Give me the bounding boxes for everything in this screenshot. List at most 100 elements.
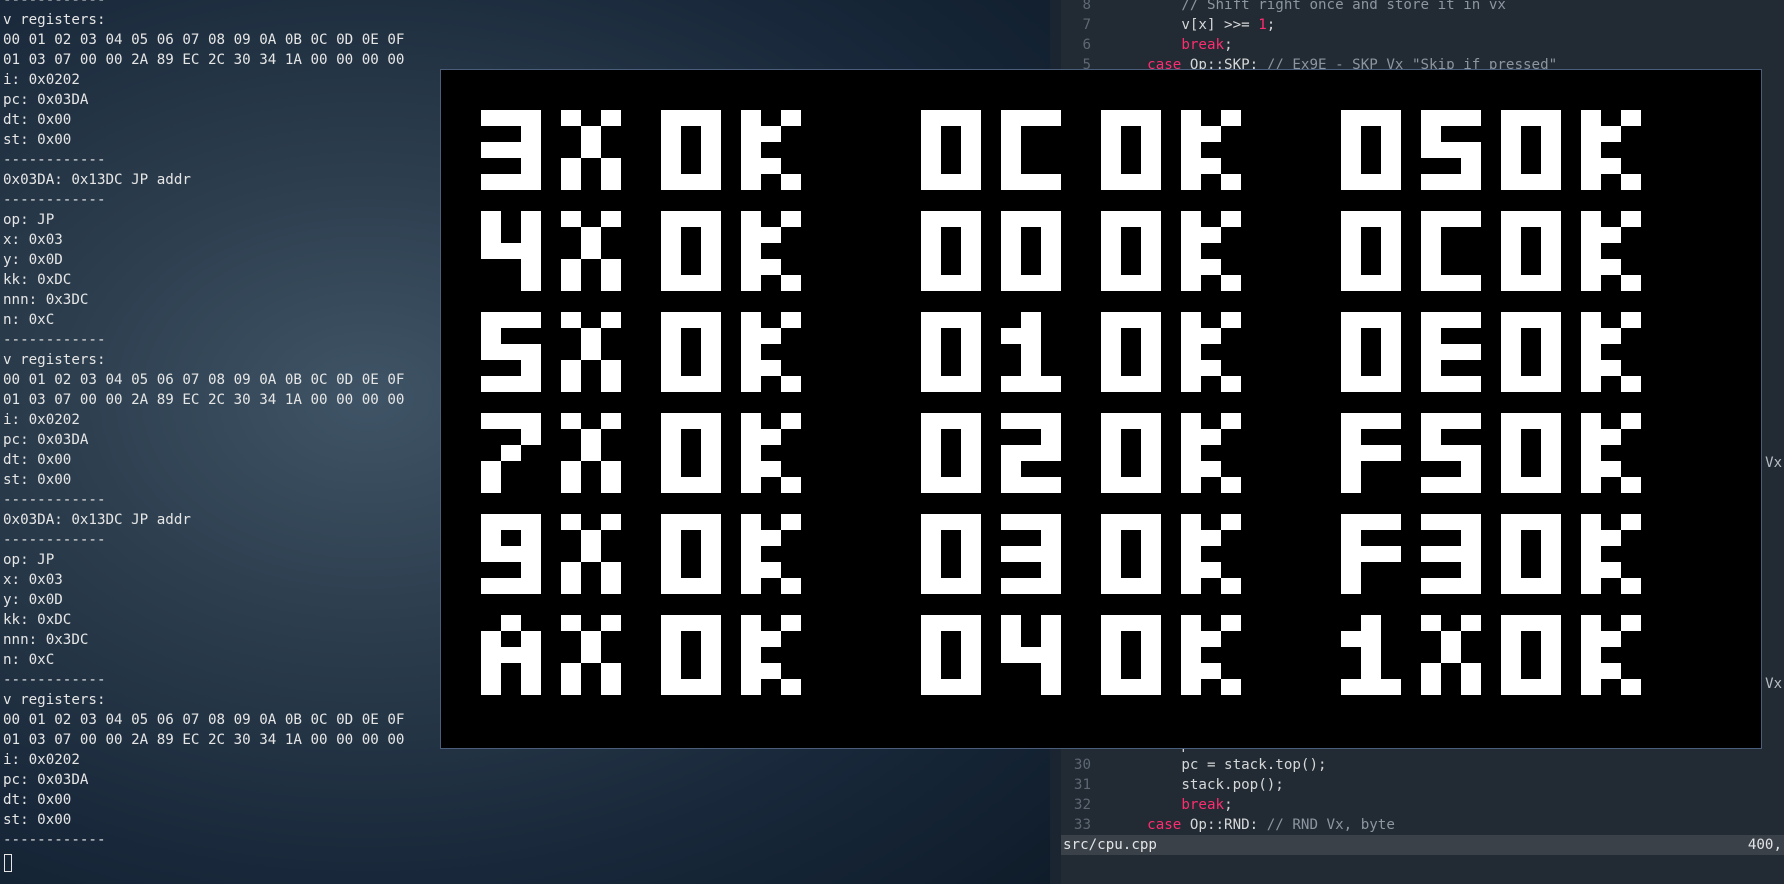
chip8-pixel xyxy=(1601,461,1621,477)
code-text: stack.pop(); xyxy=(1181,777,1284,793)
chip8-pixel xyxy=(1501,275,1521,291)
chip8-pixel xyxy=(1521,578,1541,594)
chip8-pixel xyxy=(1181,126,1201,142)
chip8-pixel xyxy=(561,615,581,631)
code-text: break; xyxy=(1181,797,1233,813)
chip8-pixel xyxy=(961,142,981,158)
chip8-pixel xyxy=(1501,142,1521,158)
chip8-pixel xyxy=(521,174,541,190)
chip8-pixel xyxy=(1601,530,1621,546)
chip8-pixel xyxy=(1341,259,1361,275)
chip8-pixel xyxy=(1201,328,1221,344)
chip8-pixel xyxy=(581,243,601,259)
chip8-pixel xyxy=(501,514,521,530)
chip8-pixel xyxy=(1441,275,1461,291)
chip8-pixel xyxy=(1521,376,1541,392)
editor-command-line[interactable] xyxy=(1061,855,1784,884)
chip8-pixel xyxy=(1421,211,1441,227)
chip8-pixel xyxy=(661,562,681,578)
chip8-pixel xyxy=(921,275,941,291)
editor-statusbar: src/cpu.cpp 400, xyxy=(1061,835,1784,855)
chip8-emulator-window[interactable] xyxy=(440,69,1762,749)
chip8-pixel xyxy=(1521,615,1541,631)
chip8-pixel xyxy=(1541,344,1561,360)
chip8-pixel xyxy=(1521,211,1541,227)
terminal-line: y: 0x0D xyxy=(3,592,63,608)
chip8-pixel xyxy=(921,360,941,376)
chip8-pixel xyxy=(1581,110,1601,126)
chip8-pixel xyxy=(781,477,801,493)
chip8-pixel xyxy=(741,631,761,647)
chip8-pixel xyxy=(1181,110,1201,126)
chip8-pixel xyxy=(1581,663,1601,679)
chip8-pixel xyxy=(1121,578,1141,594)
chip8-pixel xyxy=(1541,445,1561,461)
chip8-pixel xyxy=(1421,142,1441,158)
chip8-pixel xyxy=(961,328,981,344)
chip8-pixel xyxy=(1441,578,1461,594)
chip8-pixel xyxy=(681,275,701,291)
chip8-pixel xyxy=(1521,275,1541,291)
chip8-pixel xyxy=(1441,477,1461,493)
chip8-pixel xyxy=(961,445,981,461)
chip8-pixel xyxy=(481,110,501,126)
chip8-pixel xyxy=(561,376,581,392)
terminal-line: ------------ xyxy=(3,0,106,8)
chip8-pixel xyxy=(1541,477,1561,493)
chip8-pixel xyxy=(1041,445,1061,461)
chip8-pixel xyxy=(501,445,521,461)
chip8-pixel xyxy=(561,477,581,493)
terminal-line: n: 0xC xyxy=(3,312,55,328)
chip8-pixel xyxy=(1001,126,1021,142)
terminal-line: 01 03 07 00 00 2A 89 EC 2C 30 34 1A 00 0… xyxy=(3,732,405,748)
chip8-pixel xyxy=(661,647,681,663)
chip8-pixel xyxy=(1441,110,1461,126)
chip8-pixel xyxy=(581,429,601,445)
chip8-pixel xyxy=(1381,376,1401,392)
chip8-pixel xyxy=(1001,158,1021,174)
chip8-pixel xyxy=(1461,514,1481,530)
chip8-pixel xyxy=(581,546,601,562)
chip8-pixel xyxy=(701,679,721,695)
chip8-pixel xyxy=(741,376,761,392)
chip8-pixel xyxy=(781,413,801,429)
chip8-pixel xyxy=(1441,647,1461,663)
chip8-pixel xyxy=(941,174,961,190)
chip8-pixel xyxy=(1581,227,1601,243)
chip8-pixel xyxy=(1181,663,1201,679)
chip8-pixel xyxy=(501,110,521,126)
chip8-pixel xyxy=(1501,514,1521,530)
terminal-line: x: 0x03 xyxy=(3,572,63,588)
chip8-pixel xyxy=(1361,615,1381,631)
terminal-line: v registers: xyxy=(3,352,106,368)
terminal-cursor xyxy=(4,854,12,872)
chip8-pixel xyxy=(1421,413,1441,429)
chip8-pixel xyxy=(1421,429,1441,445)
chip8-pixel xyxy=(1541,615,1561,631)
chip8-pixel xyxy=(1021,174,1041,190)
chip8-pixel xyxy=(501,546,521,562)
chip8-pixel xyxy=(741,142,761,158)
chip8-pixel xyxy=(481,142,501,158)
chip8-pixel xyxy=(1101,631,1121,647)
chip8-pixel xyxy=(1381,546,1401,562)
chip8-pixel xyxy=(701,514,721,530)
chip8-pixel xyxy=(1541,275,1561,291)
chip8-pixel xyxy=(1461,110,1481,126)
chip8-pixel xyxy=(741,158,761,174)
chip8-pixel xyxy=(1341,461,1361,477)
chip8-pixel xyxy=(661,328,681,344)
chip8-pixel xyxy=(1501,126,1521,142)
chip8-pixel xyxy=(521,631,541,647)
chip8-pixel xyxy=(1201,227,1221,243)
chip8-pixel xyxy=(761,328,781,344)
chip8-pixel xyxy=(701,174,721,190)
chip8-pixel xyxy=(701,429,721,445)
chip8-pixel xyxy=(1141,647,1161,663)
chip8-pixel xyxy=(661,429,681,445)
chip8-pixel xyxy=(601,514,621,530)
chip8-pixel xyxy=(1181,445,1201,461)
chip8-pixel xyxy=(1041,679,1061,695)
chip8-pixel xyxy=(1501,546,1521,562)
chip8-pixel xyxy=(1121,312,1141,328)
